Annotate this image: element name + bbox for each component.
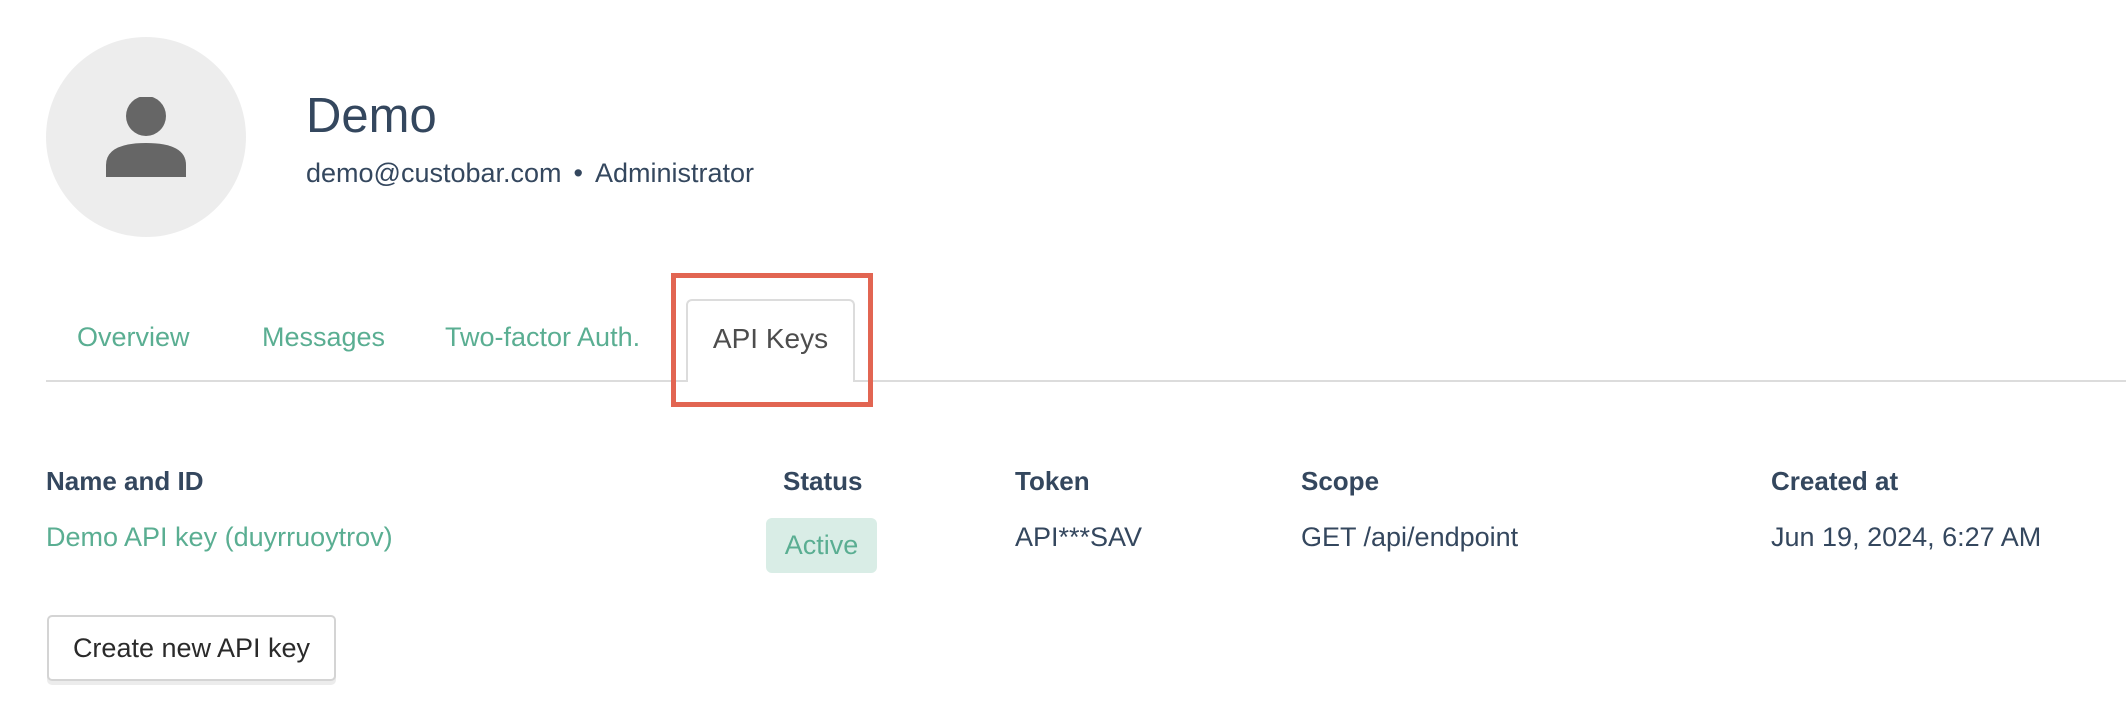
status-badge: Active [766,518,877,573]
user-meta: demo@custobar.com • Administrator [306,156,754,190]
create-api-key-button[interactable]: Create new API key [47,615,336,681]
tabs-divider [46,380,2126,382]
column-header-created-at: Created at [1771,466,1899,496]
column-header-token: Token [1015,466,1090,496]
tab-api-keys[interactable]: API Keys [686,299,855,382]
user-silhouette-icon [106,97,186,177]
column-header-status: Status [783,466,863,496]
api-key-name-link[interactable]: Demo API key (duyrruoytrov) [46,520,393,554]
user-role: Administrator [594,158,755,188]
column-header-name-and-id: Name and ID [46,466,204,496]
tab-two-factor-auth[interactable]: Two-factor Auth. [445,312,640,362]
api-key-token: API***SAV [1015,522,1143,552]
tab-messages[interactable]: Messages [262,312,385,362]
avatar [46,37,246,237]
api-key-created-at: Jun 19, 2024, 6:27 AM [1771,522,2042,552]
api-key-scope: GET /api/endpoint [1301,522,1519,552]
user-name: Demo [306,89,437,143]
user-email: demo@custobar.com [306,158,562,188]
column-header-scope: Scope [1301,466,1380,496]
tab-overview[interactable]: Overview [77,312,190,362]
meta-separator: • [573,158,583,188]
